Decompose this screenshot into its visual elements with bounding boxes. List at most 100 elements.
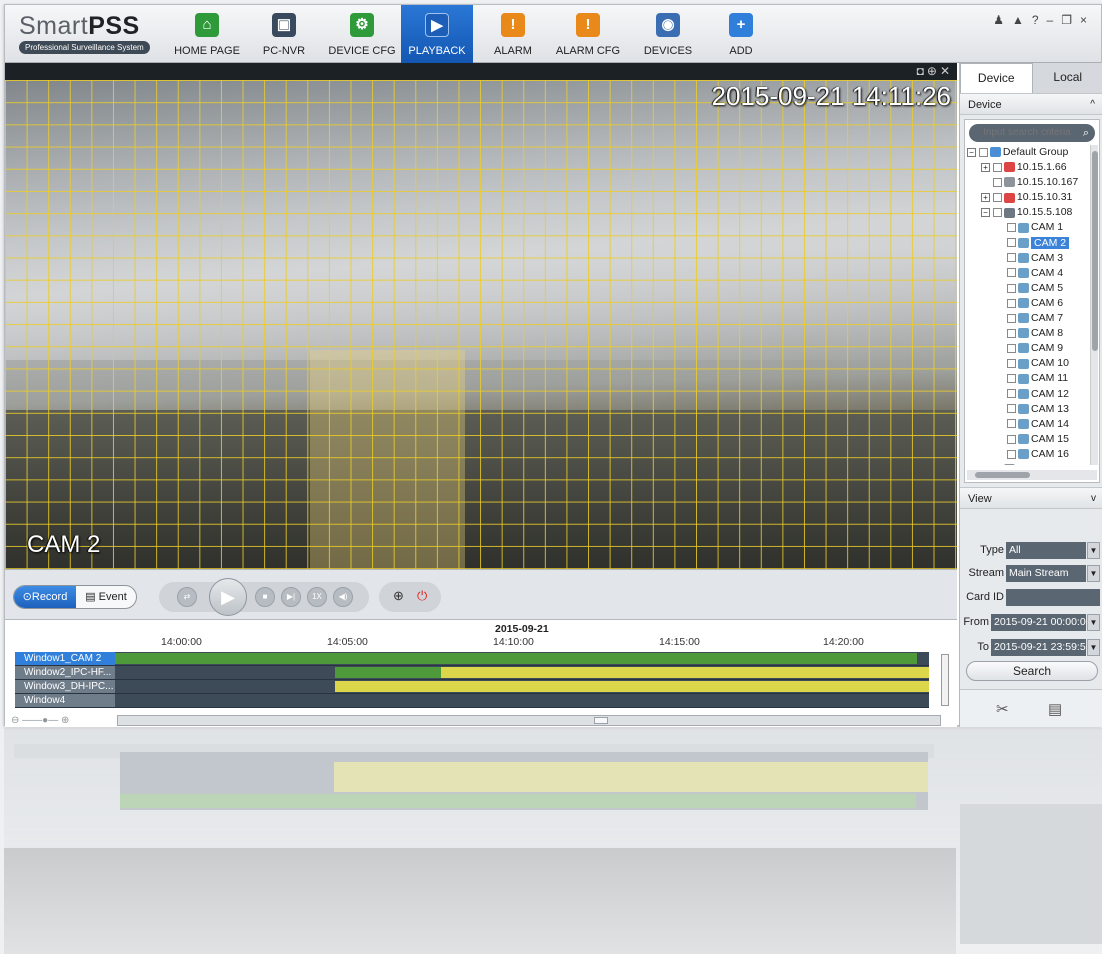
tree-device-item[interactable]: 10.15.6.11 [967, 462, 1089, 465]
tree-camera-item[interactable]: CAM 2 [967, 236, 1089, 251]
search-zoom-icon[interactable]: ⊕ [393, 588, 404, 604]
tree-camera-item[interactable]: CAM 16 [967, 447, 1089, 462]
tab-local[interactable]: Local [1033, 63, 1102, 93]
chevron-down-icon[interactable]: ▼ [1087, 639, 1100, 656]
checkbox[interactable] [1007, 434, 1016, 444]
timeline-vertical-scrollbar[interactable] [941, 654, 949, 706]
tree-camera-item[interactable]: CAM 7 [967, 311, 1089, 326]
chevron-down-icon[interactable]: ▼ [1087, 614, 1100, 631]
type-select[interactable]: All [1006, 542, 1086, 559]
checkbox[interactable] [1007, 343, 1016, 353]
collapse-icon[interactable]: − [981, 208, 990, 218]
tree-device-item[interactable]: + 10.15.10.31 [967, 190, 1089, 205]
tree-camera-item[interactable]: CAM 5 [967, 281, 1089, 296]
checkbox[interactable] [1007, 359, 1016, 369]
stream-select[interactable]: Main Stream [1006, 565, 1086, 582]
snapshot-icon[interactable]: ◘ [917, 64, 927, 78]
user-icon[interactable]: ♟ [993, 13, 1012, 27]
tab-device[interactable]: Device [960, 63, 1033, 93]
to-datetime[interactable]: 2015-09-21 23:59:59 [991, 639, 1086, 656]
event-tab[interactable]: ▤ Event [76, 586, 136, 608]
card-id-input[interactable] [1006, 589, 1100, 606]
tree-camera-item[interactable]: CAM 10 [967, 356, 1089, 371]
sync-icon[interactable]: ⇄ [177, 587, 197, 607]
collapse-icon[interactable]: − [967, 147, 976, 157]
nav-device-cfg[interactable]: ⚙ DEVICE CFG [327, 5, 397, 63]
timeline-row[interactable]: Window1_CAM 2 [15, 652, 929, 666]
checkbox[interactable] [992, 162, 1002, 172]
nav-devices[interactable]: ◉ DEVICES [637, 5, 699, 63]
help-icon[interactable]: ? [1032, 13, 1047, 27]
checkbox[interactable] [1007, 449, 1016, 459]
checkbox[interactable] [1007, 328, 1016, 338]
checkbox[interactable] [1007, 268, 1016, 278]
checkbox[interactable] [1007, 298, 1016, 308]
next-frame-button[interactable]: ▶| [281, 587, 301, 607]
timeline-row[interactable]: Window3_DH-IPC... [15, 680, 929, 694]
tree-horizontal-scrollbar[interactable] [967, 470, 1097, 480]
tree-camera-item[interactable]: CAM 12 [967, 387, 1089, 402]
volume-button[interactable]: ◀) [333, 587, 353, 607]
checkbox[interactable] [1007, 389, 1016, 399]
export-icon[interactable]: ▤ [1048, 700, 1062, 718]
minimize-icon[interactable]: – [1047, 13, 1062, 27]
nav-home-page[interactable]: ⌂ HOME PAGE [173, 5, 241, 63]
zoom-icon[interactable]: ⊕ [927, 64, 940, 78]
tree-camera-item[interactable]: CAM 9 [967, 341, 1089, 356]
close-icon[interactable]: × [1080, 13, 1095, 27]
checkbox[interactable] [992, 193, 1002, 202]
tree-camera-item[interactable]: CAM 4 [967, 266, 1089, 281]
record-segment[interactable] [440, 667, 929, 678]
tree-scroll-thumb[interactable] [1092, 151, 1098, 351]
timeline-row[interactable]: Window2_IPC-HF... [15, 666, 929, 680]
nav-alarm[interactable]: ! ALARM [487, 5, 539, 63]
checkbox[interactable] [1007, 283, 1016, 293]
checkbox[interactable] [992, 177, 1002, 187]
timeline-zoom-slider[interactable]: ⊖ ——●— ⊕ [11, 715, 69, 726]
tree-device-item[interactable]: + 10.15.1.66 [967, 160, 1089, 175]
device-section-header[interactable]: Device ^ [960, 93, 1102, 115]
tree-camera-item[interactable]: CAM 14 [967, 417, 1089, 432]
checkbox[interactable] [1007, 238, 1016, 248]
tree-vertical-scrollbar[interactable] [1090, 145, 1098, 465]
tree-camera-item[interactable]: CAM 6 [967, 296, 1089, 311]
lock-icon[interactable]: ▲ [1012, 13, 1032, 27]
expand-icon[interactable]: + [981, 162, 990, 172]
play-button[interactable]: ▶ [209, 578, 247, 616]
record-segment[interactable] [334, 681, 929, 692]
nav-playback[interactable]: ▶ PLAYBACK [401, 5, 473, 63]
tree-camera-item[interactable]: CAM 15 [967, 432, 1089, 447]
checkbox[interactable] [1007, 419, 1016, 429]
tree-hscroll-thumb[interactable] [975, 472, 1030, 478]
clip-icon[interactable]: ✂ [996, 700, 1009, 718]
chevron-down-icon[interactable]: ▼ [1087, 565, 1100, 582]
tree-device-item[interactable]: − 10.15.5.108 [967, 205, 1089, 220]
tree-camera-item[interactable]: CAM 8 [967, 326, 1089, 341]
record-segment[interactable] [334, 667, 441, 678]
close-icon[interactable]: ✕ [940, 64, 953, 78]
nav-add[interactable]: + ADD [715, 5, 767, 63]
checkbox[interactable] [1007, 313, 1016, 323]
stop-button[interactable]: ■ [255, 587, 275, 607]
tree-camera-item[interactable]: CAM 1 [967, 220, 1089, 235]
nav-pc-nvr[interactable]: ▣ PC-NVR [253, 5, 315, 63]
checkbox[interactable] [978, 147, 988, 157]
tree-camera-item[interactable]: CAM 13 [967, 402, 1089, 417]
timeline[interactable]: 2015-09-21 14:00:00 14:05:00 14:10:00 14… [5, 619, 957, 727]
tree-device-item[interactable]: 10.15.10.167 [967, 175, 1089, 190]
checkbox[interactable] [1007, 253, 1016, 263]
search-button[interactable]: Search [966, 661, 1098, 681]
speed-button[interactable]: 1X [307, 587, 327, 607]
record-tab[interactable]: ⊙Record [14, 586, 76, 608]
tree-group-item[interactable]: − Default Group [967, 145, 1089, 160]
tree-camera-item[interactable]: CAM 3 [967, 251, 1089, 266]
checkbox[interactable] [992, 208, 1002, 218]
expand-icon[interactable]: + [981, 193, 990, 202]
from-datetime[interactable]: 2015-09-21 00:00:00 [991, 614, 1086, 631]
restore-icon[interactable]: ❐ [1061, 13, 1080, 27]
record-segment[interactable] [115, 653, 917, 664]
nav-alarm-cfg[interactable]: ! ALARM CFG [553, 5, 623, 63]
chevron-down-icon[interactable]: ▼ [1087, 542, 1100, 559]
timeline-scroll-thumb[interactable] [594, 717, 608, 724]
video-playback-area[interactable]: ◘⊕✕ 2015-09-21 14:11:26 CAM 2 [5, 63, 957, 569]
